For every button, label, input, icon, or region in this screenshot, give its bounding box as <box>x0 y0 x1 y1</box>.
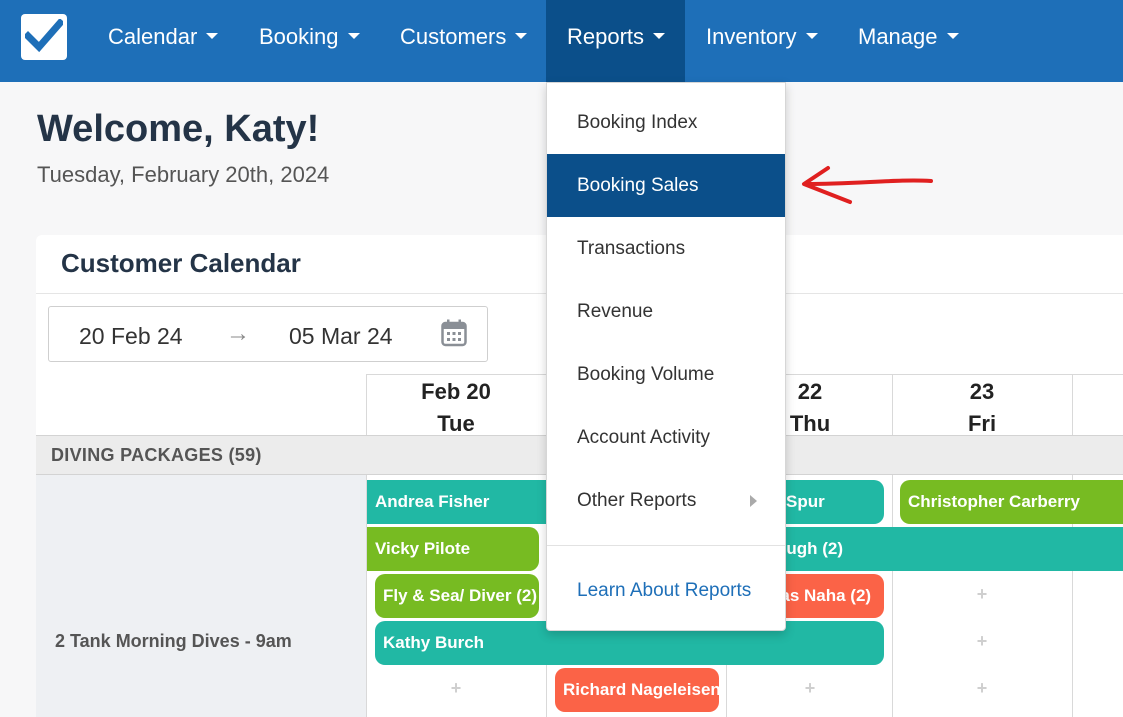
learn-about-reports-link[interactable]: Learn About Reports <box>547 559 785 622</box>
caret-down-icon <box>515 33 528 40</box>
date-range-picker[interactable]: 20 Feb 24 → 05 Mar 24 <box>48 306 488 362</box>
nav-booking-label: Booking <box>259 24 339 49</box>
row-label[interactable]: 2 Tank Morning Dives - 9am <box>55 631 292 652</box>
booking-ough[interactable]: ough (2) <box>736 527 1123 571</box>
menu-item-booking-volume[interactable]: Booking Volume <box>547 343 785 406</box>
menu-item-booking-sales[interactable]: Booking Sales <box>547 154 785 217</box>
caret-down-icon <box>946 33 959 40</box>
menu-item-label: Other Reports <box>577 490 697 511</box>
chevron-right-icon <box>750 495 757 507</box>
nav-calendar[interactable]: Calendar <box>108 0 219 82</box>
panel-title: Customer Calendar <box>61 248 301 278</box>
caret-down-icon <box>653 33 666 40</box>
range-end-date[interactable]: 05 Mar 24 <box>289 323 393 350</box>
nav-inventory[interactable]: Inventory <box>706 0 818 82</box>
nav-reports-label: Reports <box>567 24 645 49</box>
menu-item-booking-index[interactable]: Booking Index <box>547 91 785 154</box>
menu-divider <box>547 545 785 546</box>
section-diving-packages[interactable]: DIVING PACKAGES (59) <box>51 445 262 466</box>
reports-dropdown-menu: Booking Index Booking Sales Transactions… <box>546 82 786 631</box>
row-label-column <box>36 475 366 717</box>
day-header-feb-20: Feb 20 Tue <box>366 376 546 440</box>
add-booking-button[interactable]: + <box>446 678 466 699</box>
nav-calendar-label: Calendar <box>108 24 198 49</box>
add-booking-button[interactable]: + <box>972 678 992 699</box>
caret-down-icon <box>805 33 818 40</box>
booking-vicky-pilote[interactable]: Vicky Pilote <box>367 527 539 571</box>
day-date: Feb 20 <box>421 379 491 404</box>
current-date: Tuesday, February 20th, 2024 <box>37 162 330 187</box>
nav-reports[interactable]: Reports <box>546 0 685 82</box>
nav-customers[interactable]: Customers <box>400 0 528 82</box>
nav-manage[interactable]: Manage <box>858 0 959 82</box>
nav-manage-label: Manage <box>858 24 938 49</box>
range-start-date[interactable]: 20 Feb 24 <box>79 323 183 350</box>
arrow-right-icon: → <box>226 320 250 347</box>
nav-inventory-label: Inventory <box>706 24 797 49</box>
booking-richard-nageleisen[interactable]: Richard Nageleisen <box>555 668 719 712</box>
day-date: 23 <box>969 379 995 404</box>
add-booking-button[interactable]: + <box>800 678 820 699</box>
welcome-heading: Welcome, Katy! <box>37 108 320 150</box>
booking-fly-and-sea-diver[interactable]: Fly & Sea/ Diver (2) <box>375 574 539 618</box>
caret-down-icon <box>347 33 360 40</box>
menu-item-revenue[interactable]: Revenue <box>547 280 785 343</box>
booking-christopher-carberry[interactable]: Christopher Carberry <box>900 480 1123 524</box>
add-booking-button[interactable]: + <box>972 584 992 605</box>
checkbox-icon[interactable] <box>21 14 67 60</box>
top-navigation-bar: Calendar Booking Customers Reports Inven… <box>0 0 1123 82</box>
day-header-23: 23 Fri <box>892 376 1072 440</box>
menu-item-transactions[interactable]: Transactions <box>547 217 785 280</box>
add-booking-button[interactable]: + <box>972 631 992 652</box>
nav-customers-label: Customers <box>400 24 507 49</box>
menu-item-other-reports[interactable]: Other Reports <box>547 469 785 532</box>
booking-andrea-fisher[interactable]: Andrea Fisher <box>367 480 557 524</box>
red-arrow-icon <box>798 162 938 211</box>
caret-down-icon <box>206 33 219 40</box>
menu-item-account-activity[interactable]: Account Activity <box>547 406 785 469</box>
calendar-icon[interactable] <box>441 319 467 352</box>
nav-booking[interactable]: Booking <box>259 0 360 82</box>
